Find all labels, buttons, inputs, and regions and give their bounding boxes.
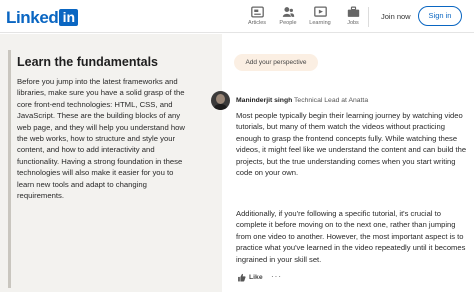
nav-articles[interactable]: Articles bbox=[242, 6, 272, 26]
avatar-body bbox=[213, 104, 228, 110]
jobs-icon bbox=[347, 6, 359, 17]
header-divider bbox=[368, 7, 369, 27]
nav-people-label: People bbox=[279, 20, 297, 26]
linkedin-logo[interactable]: Linked in bbox=[6, 8, 79, 27]
learning-icon bbox=[313, 6, 327, 17]
add-perspective-button[interactable]: Add your perspective bbox=[234, 54, 318, 71]
contribution-paragraph-1: Most people typically begin their learni… bbox=[236, 111, 467, 178]
section-body: Before you jump into the latest framewor… bbox=[17, 77, 185, 201]
author-title: Technical Lead at Anatta bbox=[294, 97, 369, 104]
like-icon bbox=[238, 273, 246, 282]
nav-jobs-label: Jobs bbox=[347, 20, 359, 26]
more-options-button[interactable]: ··· bbox=[271, 272, 282, 281]
nav-learning-label: Learning bbox=[309, 20, 331, 26]
articles-icon bbox=[250, 6, 264, 18]
avatar-face bbox=[216, 94, 225, 104]
people-icon bbox=[282, 7, 294, 17]
join-now-button[interactable]: Join now bbox=[375, 8, 417, 25]
author-line: Maninderjit singh Technical Lead at Anat… bbox=[236, 97, 368, 104]
like-button[interactable]: Like bbox=[237, 273, 263, 282]
top-navbar: Linked in Articles People Learning Jobs … bbox=[0, 0, 474, 33]
nav-people[interactable]: People bbox=[273, 6, 303, 26]
nav-articles-label: Articles bbox=[247, 20, 267, 26]
nav-learning[interactable]: Learning bbox=[305, 6, 335, 26]
logo-box: in bbox=[59, 9, 79, 26]
sign-in-button[interactable]: Sign in bbox=[418, 6, 462, 26]
section-title: Learn the fundamentals bbox=[17, 55, 158, 69]
nav-jobs[interactable]: Jobs bbox=[338, 6, 368, 26]
avatar[interactable] bbox=[211, 91, 230, 110]
author-name[interactable]: Maninderjit singh bbox=[236, 97, 292, 104]
like-label: Like bbox=[249, 274, 263, 281]
left-panel-accent-bar bbox=[8, 50, 11, 288]
logo-wordmark: Linked bbox=[6, 8, 59, 27]
contribution-paragraph-2: Additionally, if you're following a spec… bbox=[236, 209, 466, 264]
